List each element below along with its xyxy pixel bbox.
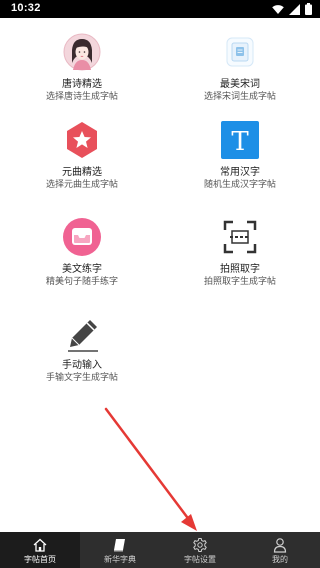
tile-subtitle: 选择宋词生成字帖 — [203, 92, 276, 102]
tile-song-ci[interactable]: 最美宋词 选择宋词生成字帖 — [180, 33, 300, 103]
tile-subtitle: 精美句子随手练字 — [45, 277, 118, 287]
nav-label: 我的 — [272, 555, 288, 564]
tile-manual-input[interactable]: 手动输入 手输文字生成字帖 — [22, 314, 142, 384]
signal-icon — [289, 3, 300, 15]
portrait-icon — [63, 33, 101, 71]
book-icon — [114, 539, 125, 552]
tile-title: 手动输入 — [62, 360, 102, 371]
tile-title: 最美宋词 — [220, 79, 260, 90]
status-bar: 10:32 — [0, 0, 320, 18]
tile-subtitle: 选择唐诗生成字帖 — [45, 92, 118, 102]
pencil-icon — [68, 320, 98, 352]
tile-subtitle: 选择元曲生成字帖 — [45, 180, 118, 190]
tile-yuan-qu[interactable]: 元曲精选 选择元曲生成字帖 — [22, 121, 142, 191]
gear-icon — [193, 538, 207, 552]
nav-label: 字帖首页 — [24, 555, 56, 564]
battery-icon — [305, 3, 312, 15]
letter-t-icon: T — [221, 121, 259, 159]
status-time: 10:32 — [11, 2, 41, 14]
nav-tab-settings[interactable]: 字帖设置 — [160, 532, 240, 568]
tile-title: 元曲精选 — [62, 167, 102, 178]
wifi-icon — [272, 4, 284, 14]
tile-common-hanzi[interactable]: T 常用汉字 随机生成汉字字帖 — [180, 121, 300, 191]
tile-photo-capture[interactable]: 拍照取字 拍照取字生成字帖 — [180, 218, 300, 288]
scan-icon — [223, 220, 257, 254]
status-icons — [272, 3, 312, 15]
bottom-nav: 字帖首页 新华字典 字帖设置 我的 — [0, 532, 320, 568]
star-icon — [67, 122, 97, 158]
svg-text:T: T — [231, 127, 249, 157]
tile-title: 美文练字 — [62, 264, 102, 275]
tile-subtitle: 拍照取字生成字帖 — [203, 277, 276, 287]
scroll-icon — [226, 37, 254, 67]
nav-tab-home[interactable]: 字帖首页 — [0, 532, 80, 568]
tile-tang-poems[interactable]: 唐诗精选 选择唐诗生成字帖 — [22, 33, 142, 103]
nav-tab-dictionary[interactable]: 新华字典 — [80, 532, 160, 568]
nav-label: 新华字典 — [104, 555, 136, 564]
nav-label: 字帖设置 — [184, 555, 216, 564]
tile-prose-practice[interactable]: 美文练字 精美句子随手练字 — [22, 218, 142, 288]
tile-title: 常用汉字 — [220, 167, 260, 178]
tile-title: 拍照取字 — [220, 264, 260, 275]
tile-subtitle: 随机生成汉字字帖 — [203, 180, 276, 190]
person-icon — [273, 538, 287, 553]
tile-title: 唐诗精选 — [62, 79, 102, 90]
home-icon — [33, 538, 47, 552]
tile-subtitle: 手输文字生成字帖 — [45, 373, 118, 383]
nav-tab-profile[interactable]: 我的 — [240, 532, 320, 568]
inbox-icon — [63, 218, 101, 256]
